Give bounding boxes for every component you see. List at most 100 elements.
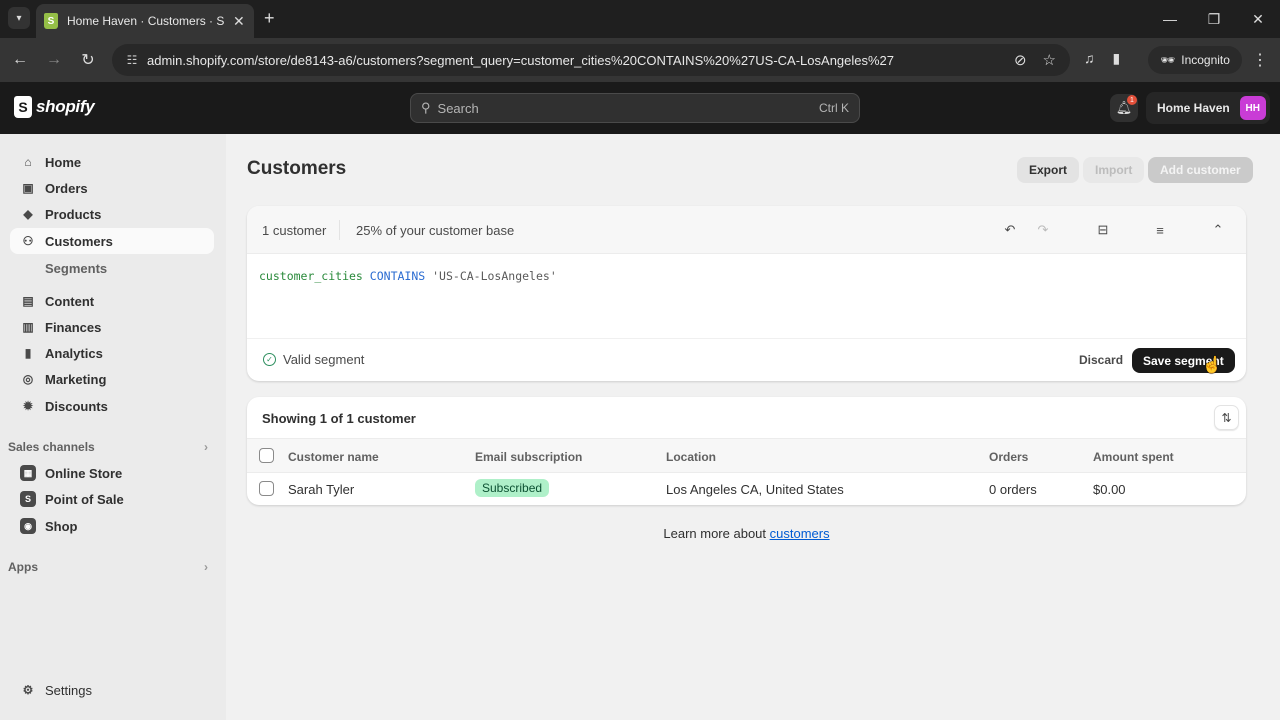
apps-header[interactable]: Apps › [8, 560, 208, 574]
sidebar-item-finances[interactable]: ▥ Finances [10, 314, 214, 340]
site-info-icon[interactable]: ☷ [122, 53, 142, 67]
sidebar-item-products[interactable]: ◆ Products [10, 201, 214, 227]
customer-name[interactable]: Sarah Tyler [288, 482, 354, 497]
sidebar-item-segments[interactable]: Segments [45, 261, 107, 276]
browser-menu-icon[interactable]: ⋮ [1252, 50, 1268, 70]
sidebar-item-label: Analytics [45, 345, 103, 361]
sidebar-item-label: Marketing [45, 371, 107, 387]
section-label: Apps [8, 560, 38, 574]
table-row[interactable]: Sarah Tyler Subscribed Los Angeles CA, U… [247, 473, 1246, 505]
sidebar: ⌂ Home ▣ Orders ◆ Products ⚇ Customers Segme… [0, 134, 226, 720]
divider [339, 220, 340, 240]
bank-icon: ▥ [22, 320, 34, 334]
url-bar[interactable]: ☷ admin.shopify.com/store/de8143-a6/cust… [112, 44, 1070, 76]
sidebar-item-label: Finances [45, 319, 102, 335]
tab-search-button[interactable]: ▾ [8, 7, 30, 29]
tag-icon: ◆ [23, 207, 33, 221]
address-bar-row: ← → ↻ ☷ admin.shopify.com/store/de8143-a… [0, 38, 1280, 82]
table-summary: Showing 1 of 1 customer [262, 411, 416, 426]
minimize-icon[interactable]: — [1148, 0, 1192, 38]
query-operator: CONTAINS [369, 269, 426, 283]
customers-help-link[interactable]: customers [770, 526, 830, 541]
row-checkbox[interactable] [259, 481, 274, 496]
close-window-icon[interactable]: ✕ [1236, 0, 1280, 38]
sort-icon: ⇅ [1221, 410, 1232, 425]
person-icon: ⚇ [22, 234, 34, 248]
incognito-icon: 🕶 [1160, 53, 1176, 67]
inbox-icon: ▣ [22, 181, 34, 195]
incognito-label: Incognito [1181, 53, 1230, 67]
column-location[interactable]: Location [666, 450, 716, 464]
redo-icon[interactable]: ↷ [1032, 220, 1054, 240]
sidebar-item-online-store[interactable]: ▦ Online Store [10, 460, 214, 486]
store-menu-button[interactable]: Home Haven HH [1146, 92, 1270, 124]
sidebar-item-orders[interactable]: ▣ Orders [10, 175, 214, 201]
sidebar-item-discounts[interactable]: ✹ Discounts [10, 393, 214, 419]
export-button[interactable]: Export [1017, 157, 1080, 183]
media-queue-icon[interactable]: ♫ [1084, 50, 1095, 67]
customers-table-card: Showing 1 of 1 customer ⇅ Customer name … [247, 397, 1246, 505]
column-customer-name[interactable]: Customer name [288, 450, 379, 464]
shopify-favicon-icon: S [44, 13, 58, 29]
eye-off-icon[interactable]: ⊘ [1014, 51, 1027, 69]
sidebar-item-analytics[interactable]: ▮ Analytics [10, 340, 214, 366]
add-customer-button[interactable]: Add customer [1148, 157, 1253, 183]
learn-more-text: Learn more about customers [0, 526, 1280, 541]
search-placeholder: Search [437, 100, 479, 116]
shopify-logo[interactable]: S shopify [14, 96, 95, 118]
home-icon: ⌂ [24, 155, 32, 169]
sidebar-item-label: Orders [45, 180, 88, 196]
reload-icon[interactable]: ↻ [76, 48, 100, 72]
store-icon: ▦ [20, 465, 36, 481]
column-orders[interactable]: Orders [989, 450, 1028, 464]
close-tab-icon[interactable]: ✕ [233, 13, 245, 30]
back-icon[interactable]: ← [8, 48, 32, 72]
browser-tab-bar: ▾ S Home Haven · Customers · Shopify ✕ +… [0, 0, 1280, 38]
restore-icon[interactable]: ❐ [1192, 0, 1236, 38]
target-icon: ◎ [22, 372, 34, 386]
template-icon[interactable]: ⊟ [1092, 220, 1114, 240]
sidebar-item-content[interactable]: ▤ Content [10, 288, 214, 314]
chevron-right-icon: › [204, 560, 208, 574]
sidebar-item-settings[interactable]: ⚙ Settings [10, 677, 214, 703]
search-input[interactable]: ⚲ Search Ctrl K [410, 93, 860, 123]
logo-text: shopify [36, 97, 95, 116]
subscription-badge: Subscribed [475, 479, 550, 497]
discard-button[interactable]: Discard [1079, 353, 1123, 367]
new-tab-button[interactable]: + [264, 8, 275, 29]
sales-channels-header[interactable]: Sales channels › [8, 440, 208, 454]
column-amount-spent[interactable]: Amount spent [1093, 450, 1174, 464]
admin-top-bar: S shopify ⚲ Search Ctrl K 🔔︎ 1 Home Have… [0, 82, 1280, 134]
column-email-subscription[interactable]: Email subscription [475, 450, 582, 464]
undo-icon[interactable]: ↶ [999, 220, 1021, 240]
bookmark-star-icon[interactable]: ☆ [1043, 51, 1056, 69]
sidebar-item-home[interactable]: ⌂ Home [10, 149, 214, 175]
query-field: customer_cities [259, 269, 363, 283]
segment-query-editor[interactable]: customer_cities CONTAINS 'US-CA-LosAngel… [259, 269, 557, 283]
notifications-button[interactable]: 🔔︎ 1 [1110, 94, 1138, 122]
incognito-badge[interactable]: 🕶 Incognito [1148, 46, 1242, 74]
sidebar-item-point-of-sale[interactable]: S Point of Sale [10, 486, 214, 512]
store-avatar: HH [1239, 96, 1266, 120]
sidebar-item-label: Discounts [45, 398, 108, 414]
forward-icon[interactable]: → [42, 48, 66, 72]
sort-button[interactable]: ⇅ [1214, 405, 1239, 430]
url-text[interactable]: admin.shopify.com/store/de8143-a6/custom… [147, 53, 894, 68]
search-shortcut: Ctrl K [819, 101, 849, 115]
filter-icon[interactable]: ≡ [1149, 220, 1171, 240]
customer-orders: 0 orders [989, 482, 1037, 497]
hand-cursor-icon: ☝ [1202, 357, 1222, 374]
sidebar-item-customers[interactable]: ⚇ Customers [10, 228, 214, 254]
search-icon: ⚲ [421, 100, 431, 115]
segment-editor-card: 1 customer 25% of your customer base ↶ ↷… [247, 206, 1246, 381]
segment-header: 1 customer 25% of your customer base ↶ ↷… [247, 206, 1246, 254]
select-all-checkbox[interactable] [259, 448, 274, 463]
gear-icon: ⚙ [22, 683, 34, 697]
side-panel-icon[interactable]: ▮ [1113, 50, 1121, 67]
chevron-up-icon[interactable]: ⌃ [1207, 220, 1229, 240]
sidebar-item-marketing[interactable]: ◎ Marketing [10, 366, 214, 392]
import-button[interactable]: Import [1083, 157, 1145, 183]
page-title: Customers [247, 158, 347, 179]
browser-tab[interactable]: S Home Haven · Customers · Shopify ✕ [36, 4, 254, 38]
table-header-row: Customer name Email subscription Locatio… [247, 438, 1246, 473]
